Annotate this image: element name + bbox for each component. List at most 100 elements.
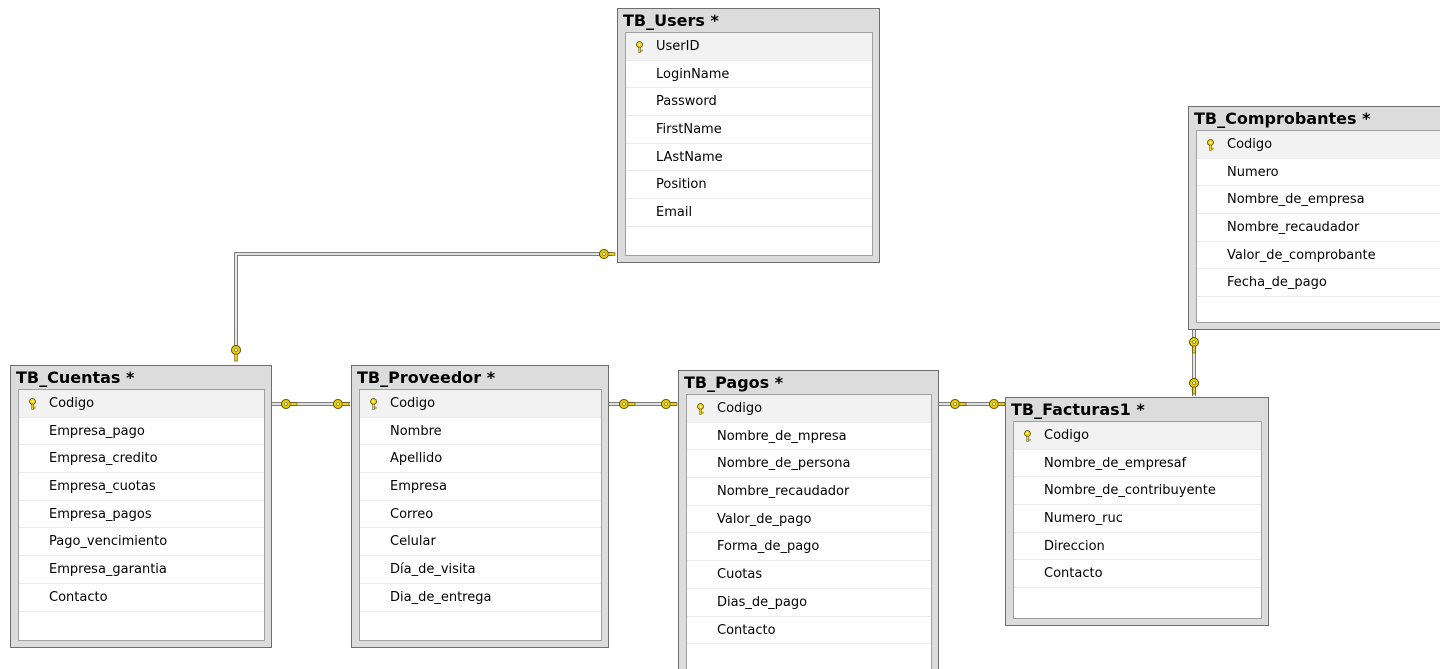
key-icon [661, 399, 678, 409]
column-name: Empresa_pagos [49, 506, 152, 522]
column-name: Correo [390, 506, 434, 522]
column-row[interactable]: Numero_ruc [1014, 505, 1261, 533]
column-row[interactable]: LAstName [626, 144, 872, 172]
relationship-cuentas-proveedor[interactable] [272, 399, 350, 409]
table-tb-proveedor[interactable]: TB_Proveedor * Codigo Nombre Apellido Em… [351, 365, 609, 648]
column-name: Pago_vencimiento [49, 534, 168, 550]
relationship-users-cuentas[interactable] [231, 249, 616, 362]
column-row[interactable]: Nombre_recaudador [1197, 214, 1440, 242]
column-list: Codigo Empresa_pago Empresa_credito Empr… [18, 389, 265, 641]
key-icon [1189, 337, 1199, 354]
column-row[interactable]: Codigo [687, 395, 931, 423]
column-name: Nombre_recaudador [1227, 220, 1360, 236]
column-name: Codigo [390, 396, 436, 411]
column-name: Password [656, 94, 717, 110]
relationship-comprobantes-facturas[interactable] [1189, 330, 1199, 396]
column-row[interactable]: Cuotas [687, 561, 931, 589]
column-row[interactable]: Nombre_de_mpresa [687, 423, 931, 451]
column-row[interactable]: Empresa [360, 473, 601, 501]
column-row[interactable]: Empresa_credito [19, 445, 264, 474]
column-list: Codigo Nombre Apellido Empresa Correo Ce… [359, 389, 602, 641]
column-name: LoginName [656, 66, 730, 82]
column-list: Codigo Nombre_de_empresaf Nombre_de_cont… [1013, 421, 1262, 619]
key-icon [281, 399, 298, 409]
column-row[interactable]: Empresa_cuotas [19, 473, 264, 501]
column-row[interactable]: Fecha_de_pago [1197, 269, 1440, 298]
column-name: Contacto [717, 622, 776, 638]
table-title[interactable]: TB_Comprobantes * [1189, 107, 1440, 129]
table-title[interactable]: TB_Facturas1 * [1006, 398, 1268, 420]
column-name: Codigo [717, 401, 763, 416]
column-name: Codigo [1044, 428, 1090, 443]
column-row[interactable]: Contacto [1014, 560, 1261, 589]
column-name: Fecha_de_pago [1227, 275, 1327, 291]
column-name: Nombre_de_empresaf [1044, 455, 1187, 471]
column-row[interactable]: Codigo [360, 390, 601, 418]
table-title[interactable]: TB_Proveedor * [352, 366, 608, 388]
column-name: Empresa_pago [49, 423, 145, 439]
table-title[interactable]: TB_Pagos * [679, 371, 938, 393]
column-name: Numero_ruc [1044, 511, 1123, 527]
column-row[interactable]: Dia_de_entrega [360, 584, 601, 612]
column-name: Cuotas [717, 567, 763, 583]
column-row[interactable]: UserID [626, 33, 872, 61]
column-row[interactable]: LoginName [626, 61, 872, 89]
column-row[interactable]: Email [626, 199, 872, 227]
column-name: Empresa [390, 479, 447, 495]
key-icon [29, 398, 36, 410]
column-row[interactable]: Empresa_pagos [19, 501, 264, 529]
column-row[interactable]: Contacto [687, 617, 931, 645]
column-name: FirstName [656, 122, 722, 138]
table-tb-pagos[interactable]: TB_Pagos * Codigo Nombre_de_mpresa Nombr… [678, 370, 939, 669]
column-name: Position [656, 177, 707, 193]
key-icon [697, 403, 704, 415]
column-row[interactable]: Codigo [1197, 131, 1440, 159]
column-row[interactable]: Direccion [1014, 533, 1261, 561]
column-row[interactable]: Valor_de_comprobante [1197, 242, 1440, 270]
key-icon [950, 399, 967, 409]
table-tb-users[interactable]: TB_Users * UserID LoginName Password Fir… [617, 8, 880, 263]
column-name: Numero [1227, 164, 1279, 180]
column-row[interactable]: Forma_de_pago [687, 533, 931, 562]
column-name: Día_de_visita [390, 562, 476, 578]
column-row[interactable]: Codigo [1014, 422, 1261, 450]
column-row[interactable]: Empresa_pago [19, 418, 264, 446]
key-icon [619, 399, 636, 409]
column-row[interactable]: Numero [1197, 159, 1440, 187]
column-row[interactable]: Password [626, 88, 872, 117]
column-name: Nombre_de_persona [717, 456, 851, 472]
table-tb-cuentas[interactable]: TB_Cuentas * Codigo Empresa_pago Empresa… [10, 365, 272, 648]
column-name: Empresa_garantia [49, 562, 167, 578]
column-name: Dia_de_entrega [390, 589, 492, 605]
key-icon [636, 41, 643, 53]
column-row[interactable]: Pago_vencimiento [19, 528, 264, 557]
relationship-pagos-facturas[interactable] [939, 399, 1006, 409]
column-row[interactable]: Valor_de_pago [687, 506, 931, 534]
table-title[interactable]: TB_Cuentas * [11, 366, 271, 388]
column-row[interactable]: Celular [360, 528, 601, 557]
column-row[interactable]: Contacto [19, 584, 264, 612]
column-name: LAstName [656, 149, 723, 165]
column-row[interactable]: Correo [360, 501, 601, 529]
relationship-proveedor-pagos[interactable] [608, 399, 678, 409]
table-tb-comprobantes[interactable]: TB_Comprobantes * Codigo Numero Nombre_d… [1188, 106, 1440, 330]
column-name: Nombre_de_mpresa [717, 428, 847, 444]
column-row[interactable]: FirstName [626, 116, 872, 144]
column-name: Valor_de_comprobante [1227, 247, 1376, 263]
column-row[interactable]: Nombre [360, 418, 601, 446]
column-row[interactable]: Nombre_de_contribuyente [1014, 477, 1261, 506]
column-row[interactable]: Dias_de_pago [687, 589, 931, 617]
column-row[interactable]: Position [626, 171, 872, 200]
column-row[interactable]: Codigo [19, 390, 264, 418]
table-tb-facturas1[interactable]: TB_Facturas1 * Codigo Nombre_de_empresaf… [1005, 397, 1269, 626]
column-row[interactable]: Nombre_recaudador [687, 478, 931, 506]
key-icon [1024, 430, 1031, 442]
column-row[interactable]: Día_de_visita [360, 556, 601, 584]
table-title[interactable]: TB_Users * [618, 9, 879, 31]
column-name: Contacto [1044, 566, 1103, 582]
column-row[interactable]: Empresa_garantia [19, 556, 264, 584]
column-row[interactable]: Apellido [360, 445, 601, 474]
column-row[interactable]: Nombre_de_empresaf [1014, 450, 1261, 478]
column-row[interactable]: Nombre_de_persona [687, 450, 931, 479]
column-row[interactable]: Nombre_de_empresa [1197, 186, 1440, 215]
